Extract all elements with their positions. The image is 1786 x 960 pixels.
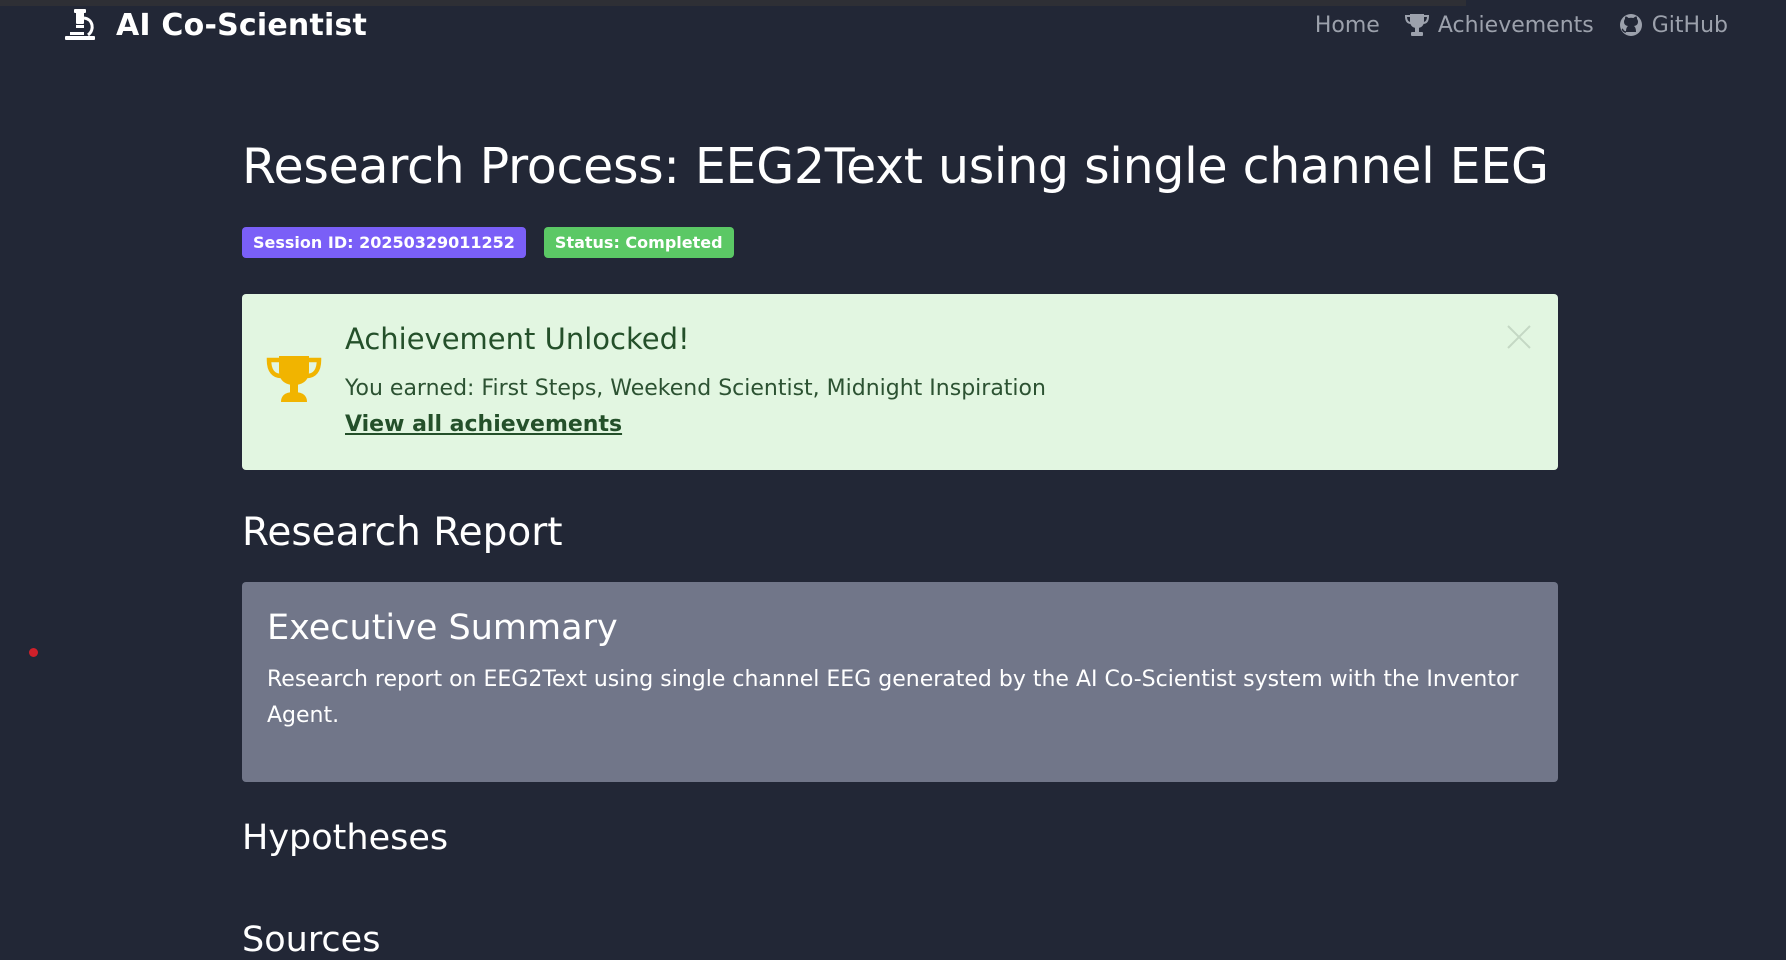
trophy-icon bbox=[266, 356, 322, 402]
nav-links: Home Achievements GitHub bbox=[1315, 8, 1728, 42]
research-report-heading: Research Report bbox=[242, 510, 563, 555]
session-id-badge: Session ID: 20250329011252 bbox=[242, 227, 526, 258]
github-icon bbox=[1619, 14, 1642, 36]
nav-home[interactable]: Home bbox=[1315, 13, 1380, 38]
page-title: Research Process: EEG2Text using single … bbox=[242, 138, 1549, 195]
summary-title: Executive Summary bbox=[267, 608, 618, 648]
hypotheses-heading: Hypotheses bbox=[242, 818, 449, 858]
achievement-alert: Achievement Unlocked! You earned: First … bbox=[242, 294, 1558, 470]
view-achievements-link[interactable]: View all achievements bbox=[345, 412, 622, 437]
brand-name: AI Co-Scientist bbox=[116, 7, 368, 43]
alert-message: You earned: First Steps, Weekend Scienti… bbox=[345, 376, 1046, 401]
navbar: AI Co-Scientist Home Achievements GitHub bbox=[0, 0, 1786, 56]
close-icon[interactable] bbox=[1504, 322, 1534, 352]
nav-home-label: Home bbox=[1314, 12, 1380, 38]
trophy-icon bbox=[1404, 14, 1429, 36]
sources-heading: Sources bbox=[242, 920, 381, 960]
nav-achievements[interactable]: Achievements bbox=[1404, 12, 1594, 38]
microscope-icon bbox=[65, 9, 95, 40]
red-dot-marker bbox=[29, 648, 38, 657]
nav-achievements-label: Achievements bbox=[1437, 12, 1594, 38]
nav-github[interactable]: GitHub bbox=[1618, 12, 1728, 38]
status-badge: Status: Completed bbox=[543, 227, 734, 258]
brand-link[interactable]: AI Co-Scientist bbox=[62, 6, 367, 44]
alert-title: Achievement Unlocked! bbox=[345, 322, 690, 356]
badge-row: Session ID: 20250329011252 Status: Compl… bbox=[242, 227, 734, 258]
summary-text: Research report on EEG2Text using single… bbox=[267, 667, 1519, 728]
executive-summary-card: Executive Summary Research report on EEG… bbox=[242, 582, 1558, 782]
nav-github-label: GitHub bbox=[1651, 12, 1728, 38]
